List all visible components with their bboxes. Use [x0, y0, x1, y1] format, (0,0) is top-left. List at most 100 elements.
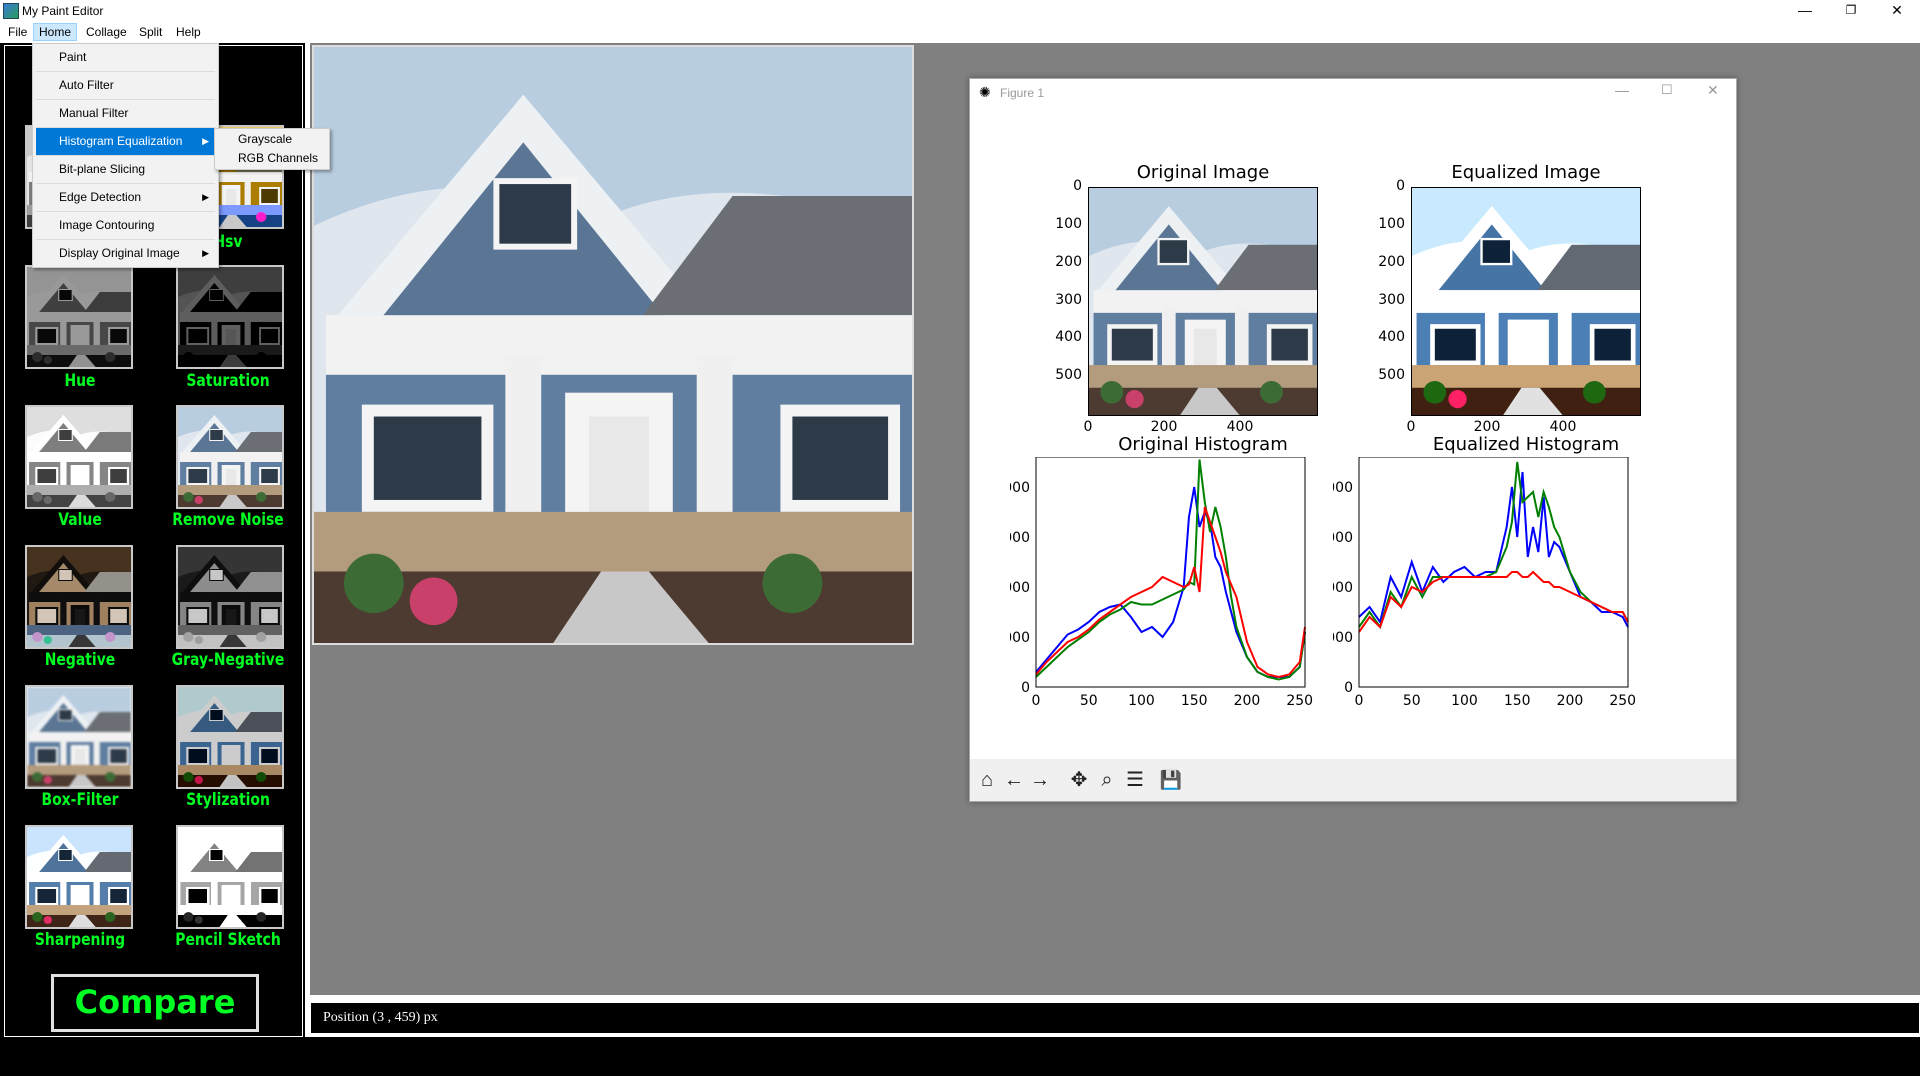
figure-toolbar: ⌂ ← → ✥ ⌕ ☰ 💾: [970, 759, 1736, 801]
configure-icon[interactable]: ☰: [1122, 767, 1148, 793]
filter-thumb-box-filter[interactable]: [25, 685, 133, 789]
submenu-item-label: Grayscale: [238, 132, 293, 146]
menu-help[interactable]: Help: [171, 24, 206, 40]
histogram-ytick-label: 4000: [1010, 480, 1030, 496]
title-original-image: Original Image: [1136, 162, 1270, 183]
status-position: Position (3 , 459) px: [323, 1010, 438, 1025]
menu-item-auto-filter[interactable]: Auto Filter: [36, 72, 215, 100]
histogram-ytick-label: 1000: [1333, 630, 1353, 646]
original-histogram-chart[interactable]: 0 50 100 150 200 250 0 1000 2000 3000 4000: [1010, 457, 1340, 707]
image-ytick-label: 400: [1378, 329, 1405, 346]
filter-thumb-gray-negative[interactable]: [176, 545, 284, 649]
status-bar: Position (3 , 459) px: [310, 1002, 1920, 1034]
menu-item-label: Histogram Equalization: [59, 134, 183, 148]
chevron-right-icon: ▶: [202, 136, 209, 146]
filter-thumb-remove-noise[interactable]: [176, 405, 284, 509]
filter-label-sharpening: Sharpening: [34, 930, 126, 950]
image-xtick-label: 400: [1549, 419, 1577, 435]
menu-collage[interactable]: Collage: [81, 24, 132, 40]
menu-item-label: Manual Filter: [59, 106, 129, 120]
histogram-xtick-label: 50: [1080, 693, 1098, 707]
histogram-xtick-label: 0: [1355, 693, 1364, 707]
image-xtick-label: 0: [1083, 419, 1093, 435]
restore-button[interactable]: ❐: [1828, 0, 1874, 22]
image-xtick-label: 400: [1226, 419, 1254, 435]
menu-item-edge-detection[interactable]: Edge Detection ▶: [36, 184, 215, 212]
window-title: My Paint Editor: [22, 4, 104, 18]
image-ytick-label: 0: [1073, 178, 1082, 194]
menu-home[interactable]: Home: [33, 23, 78, 41]
figure-window[interactable]: ✺ Figure 1 — ☐ ✕ Original Image Equalize…: [969, 78, 1737, 802]
zoom-icon[interactable]: ⌕: [1094, 767, 1120, 793]
histogram-xtick-label: 250: [1286, 693, 1313, 707]
image-ytick-label: 0: [1396, 178, 1405, 194]
filter-thumb-value[interactable]: [25, 405, 133, 509]
menu-item-paint[interactable]: Paint: [36, 44, 215, 72]
menu-split[interactable]: Split: [134, 24, 167, 40]
save-icon[interactable]: 💾: [1158, 767, 1184, 793]
filter-thumb-pencil-sketch[interactable]: [176, 825, 284, 929]
figure-minimize-button[interactable]: —: [1615, 82, 1629, 98]
image-xtick-label: 200: [1473, 419, 1501, 435]
original-image-axes[interactable]: [1088, 187, 1318, 416]
filter-thumb-stylization[interactable]: [176, 685, 284, 789]
close-button[interactable]: ✕: [1874, 0, 1920, 22]
equalized-histogram-chart[interactable]: 0 50 100 150 200 250 0 1000 2000 3000 4000: [1333, 457, 1663, 707]
title-original-histogram: Original Histogram: [1118, 434, 1288, 455]
image-ytick-label: 200: [1378, 253, 1405, 270]
filter-thumb-hue[interactable]: [25, 265, 133, 369]
figure-maximize-button[interactable]: ☐: [1661, 82, 1673, 98]
histogram-series-line: [1035, 459, 1306, 681]
filter-label-saturation: Saturation: [186, 371, 270, 391]
window-titlebar: My Paint Editor — ❐ ✕: [0, 0, 1920, 22]
image-ytick-label: 500: [1055, 367, 1082, 384]
submenu-item-grayscale[interactable]: Grayscale: [218, 130, 326, 149]
histogram-series-line: [1358, 570, 1629, 633]
histogram-xtick-label: 200: [1234, 693, 1261, 707]
histogram-ytick-label: 3000: [1010, 530, 1030, 546]
back-icon[interactable]: ←: [1001, 767, 1027, 793]
submenu-item-rgb-channels[interactable]: RGB Channels: [218, 149, 326, 168]
bottom-divider: [0, 1076, 1920, 1080]
forward-icon[interactable]: →: [1027, 767, 1053, 793]
filter-thumb-negative[interactable]: [25, 545, 133, 649]
histogram-xtick-label: 100: [1128, 693, 1155, 707]
image-ytick-label: 400: [1055, 329, 1082, 346]
filter-label-gray-negative: Gray-Negative: [171, 650, 285, 670]
filter-thumb-sharpening[interactable]: [25, 825, 133, 929]
menu-item-image-contouring[interactable]: Image Contouring: [36, 212, 215, 240]
image-xtick-label: 200: [1150, 419, 1178, 435]
menu-item-manual-filter[interactable]: Manual Filter: [36, 100, 215, 128]
menubar: File Home Collage Split Help: [0, 22, 1920, 42]
image-ytick-label: 300: [1378, 291, 1405, 308]
compare-button[interactable]: Compare: [51, 974, 259, 1032]
equalized-image-axes[interactable]: [1411, 187, 1641, 416]
menu-item-display-original-image[interactable]: Display Original Image ▶: [36, 240, 215, 267]
filter-label-value: Value: [58, 510, 102, 530]
histogram-submenu: Grayscale RGB Channels: [214, 128, 330, 170]
histogram-xtick-label: 150: [1504, 693, 1531, 707]
chevron-right-icon: ▶: [202, 192, 209, 202]
figure-close-button[interactable]: ✕: [1707, 82, 1719, 99]
histogram-xtick-label: 50: [1403, 693, 1421, 707]
main-image[interactable]: [312, 45, 914, 645]
filter-thumb-saturation[interactable]: [176, 265, 284, 369]
histogram-xtick-label: 200: [1557, 693, 1584, 707]
minimize-button[interactable]: —: [1782, 0, 1828, 22]
submenu-item-label: RGB Channels: [238, 151, 319, 165]
image-ytick-label: 100: [1378, 215, 1405, 232]
menu-item-bit-plane-slicing[interactable]: Bit-plane Slicing: [36, 156, 215, 184]
image-ytick-label: 500: [1378, 367, 1405, 384]
image-ytick-label: 200: [1055, 253, 1082, 270]
histogram-series-line: [1035, 486, 1306, 678]
histogram-series-line: [1358, 461, 1629, 630]
home-icon[interactable]: ⌂: [974, 767, 1000, 793]
filter-label-box-filter: Box-Filter: [41, 790, 119, 810]
menu-file[interactable]: File: [3, 24, 32, 40]
menu-item-histogram-equalization[interactable]: Histogram Equalization ▶: [36, 128, 215, 156]
menu-item-label: Display Original Image: [59, 246, 180, 260]
image-ytick-label: 300: [1055, 291, 1082, 308]
filter-label-stylization: Stylization: [186, 790, 270, 810]
pan-icon[interactable]: ✥: [1066, 767, 1092, 793]
matplotlib-icon: ✺: [979, 84, 991, 100]
